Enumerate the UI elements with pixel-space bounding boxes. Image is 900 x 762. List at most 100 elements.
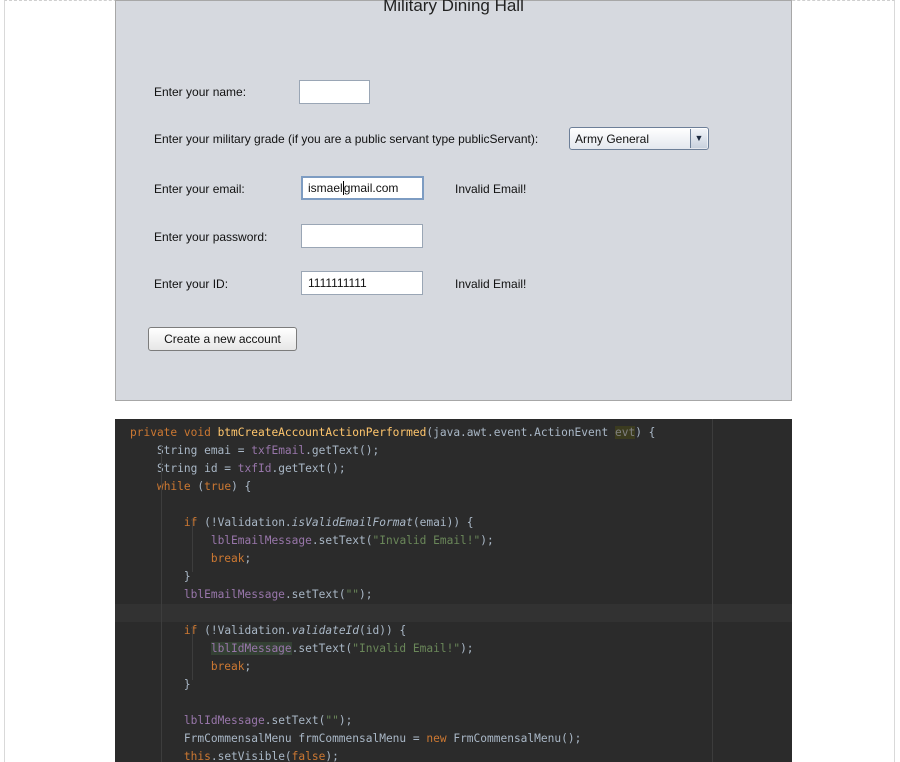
code-line (115, 604, 792, 622)
password-field[interactable] (301, 224, 423, 248)
code-line-text: lblEmailMessage.setText(""); (130, 586, 373, 604)
chevron-down-icon[interactable]: ▼ (690, 129, 707, 148)
code-token: ); (325, 750, 339, 762)
code-token: false (291, 750, 326, 762)
code-token: break (210, 660, 245, 673)
code-token: btmCreateAccountActionPerformed (217, 426, 427, 439)
code-token: FrmCommensalMenu(); (453, 732, 582, 745)
account-form-window: Military Dining Hall Enter your name: En… (115, 0, 792, 401)
email-text-after-caret: gmail.com (343, 181, 399, 195)
code-token: isValidEmailFormat (291, 516, 413, 529)
code-token: txfEmail (251, 444, 306, 457)
code-line: private void btmCreateAccountActionPerfo… (115, 424, 792, 442)
code-line: if (!Validation.validateId(id)) { (115, 622, 792, 640)
code-editor[interactable]: frmCommensalMenu.setVisible(true); this.… (115, 419, 792, 762)
code-line: this.setVisible(false); (115, 748, 792, 762)
code-line: FrmCommensalMenu frmCommensalMenu = new … (115, 730, 792, 748)
code-token: "Invalid Email!" (352, 642, 461, 655)
code-token: private void (130, 426, 218, 439)
name-input[interactable] (299, 80, 370, 104)
code-line: lblEmailMessage.setText("Invalid Email!"… (115, 532, 792, 550)
code-line-text: lblIdMessage.setText(""); (130, 712, 352, 730)
code-line: if (!Validation.isValidEmailFormat(emai)… (115, 514, 792, 532)
code-token: if (183, 516, 205, 529)
code-token: "" (345, 588, 360, 601)
code-line-text: while (true) { (130, 478, 251, 496)
code-token: if (183, 624, 205, 637)
code-line: lblEmailMessage.setText(""); (115, 586, 792, 604)
code-token: evt (614, 426, 636, 439)
code-token: validateId (291, 624, 360, 637)
code-token: while (156, 480, 198, 493)
code-token: .setVisible( (210, 750, 292, 762)
code-line-text: break; (130, 550, 251, 568)
code-line: while (true) { (115, 478, 792, 496)
code-token: (!Validation. (204, 516, 292, 529)
code-token: break (210, 552, 245, 565)
code-line: } (115, 568, 792, 586)
grade-select[interactable]: Army General ▼ (569, 127, 709, 150)
code-token: (id)) { (359, 624, 407, 637)
code-line: lblIdMessage.setText("Invalid Email!"); (115, 640, 792, 658)
code-token: "Invalid Email!" (372, 534, 481, 547)
indent-guide (192, 626, 193, 680)
code-token: lblIdMessage (210, 642, 292, 655)
code-token: .getText(); (271, 462, 346, 475)
code-line: break; (115, 550, 792, 568)
code-line: String emai = txfEmail.getText(); (115, 442, 792, 460)
code-token: String id = (130, 462, 238, 475)
code-line-text: lblEmailMessage.setText("Invalid Email!"… (130, 532, 494, 550)
id-error-message: Invalid Email! (455, 277, 527, 291)
grade-label: Enter your military grade (if you are a … (154, 132, 539, 146)
code-line: String id = txfId.getText(); (115, 460, 792, 478)
email-text-before-caret: ismael (308, 181, 343, 195)
right-margin-guide (712, 419, 713, 762)
code-token: ); (338, 714, 353, 727)
password-label: Enter your password: (154, 230, 268, 244)
code-token: lblEmailMessage (210, 534, 312, 547)
code-token: FrmCommensalMenu frmCommensalMenu = (130, 732, 427, 745)
code-token: lblEmailMessage (183, 588, 285, 601)
code-token: ) { (635, 426, 656, 439)
code-token: ) { (231, 480, 252, 493)
id-label: Enter your ID: (154, 277, 229, 291)
code-token: ); (480, 534, 494, 547)
code-token: .getText(); (305, 444, 380, 457)
code-token: true (204, 480, 232, 493)
email-error-message: Invalid Email! (455, 182, 527, 196)
code-token: (emai)) { (412, 516, 474, 529)
code-line: } (115, 676, 792, 694)
indent-guide (161, 446, 162, 762)
code-line-text: FrmCommensalMenu frmCommensalMenu = new … (130, 730, 581, 748)
code-token: "" (325, 714, 339, 727)
code-line: break; (115, 658, 792, 676)
grade-selected-value: Army General (575, 132, 650, 146)
code-token: String emai = (130, 444, 252, 457)
code-token: ; (244, 552, 252, 565)
email-field[interactable]: ismaelgmail.com (301, 176, 424, 200)
code-token: (java.awt.event.ActionEvent (426, 426, 615, 439)
code-token: lblIdMessage (183, 714, 265, 727)
id-field[interactable]: 1111111111 (301, 271, 423, 295)
create-account-button[interactable]: Create a new account (148, 327, 297, 351)
code-line-text: lblIdMessage.setText("Invalid Email!"); (130, 640, 474, 658)
code-token: .setText( (291, 642, 353, 655)
code-line-text: if (!Validation.isValidEmailFormat(emai)… (130, 514, 474, 532)
email-label: Enter your email: (154, 182, 245, 196)
code-line-text: String emai = txfEmail.getText(); (130, 442, 379, 460)
form-title: Military Dining Hall (383, 0, 524, 15)
code-line-text: break; (130, 658, 251, 676)
code-line: lblIdMessage.setText(""); (115, 712, 792, 730)
code-token: .setText( (284, 588, 346, 601)
indent-guide (192, 518, 193, 572)
name-label: Enter your name: (154, 85, 247, 99)
